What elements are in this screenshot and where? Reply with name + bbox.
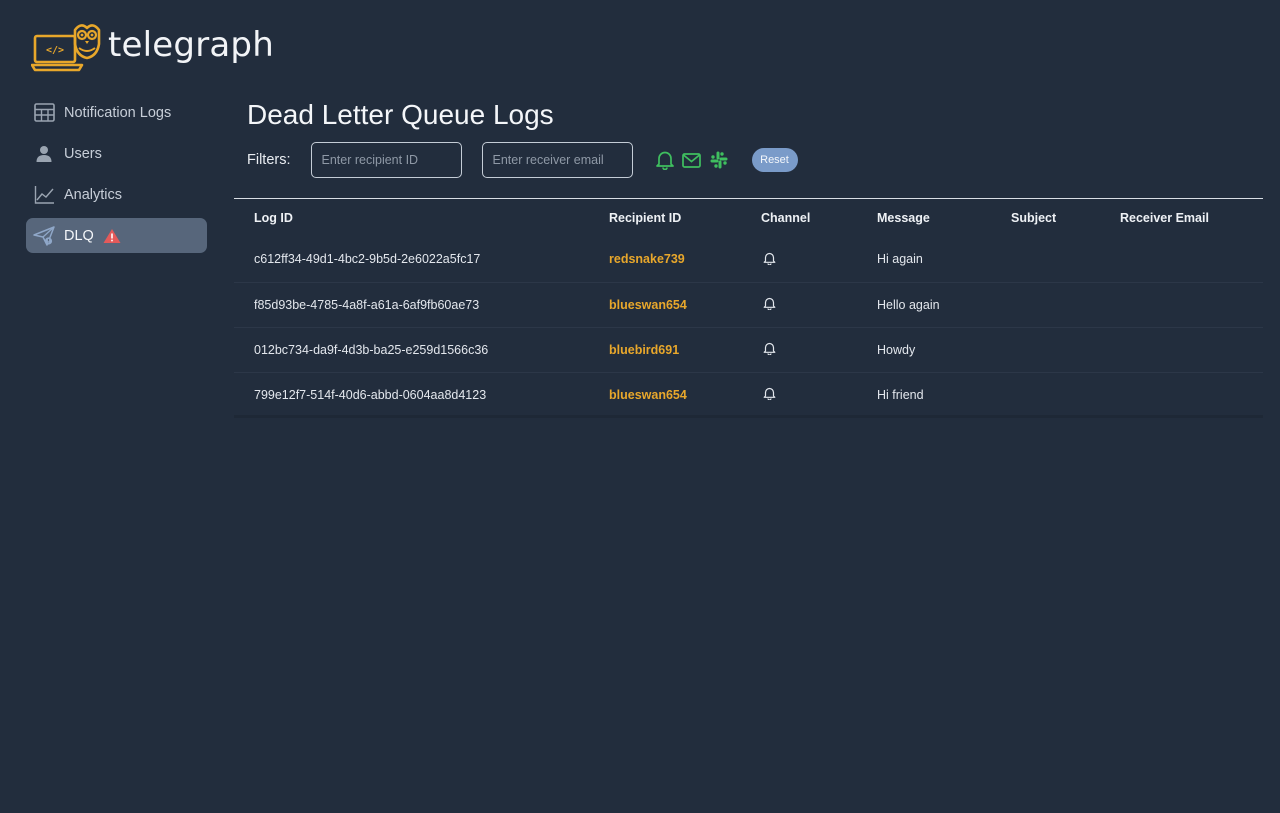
table-row: f85d93be-4785-4a8f-a61a-6af9fb60ae73 blu… — [234, 282, 1263, 328]
bell-icon — [763, 297, 776, 313]
table-icon — [33, 102, 55, 124]
page-title: Dead Letter Queue Logs — [247, 99, 554, 130]
receiver-email-input[interactable] — [481, 142, 633, 178]
table-bottom-edge — [234, 415, 1263, 418]
table-row: 799e12f7-514f-40d6-abbd-0604aa8d4123 blu… — [234, 372, 1263, 417]
header-message: Message — [877, 211, 930, 225]
sidebar-item-notification-logs[interactable]: Notification Logs — [26, 95, 207, 130]
recipient-link[interactable]: blueswan654 — [609, 298, 687, 312]
receiver-email-cell — [1120, 237, 1263, 283]
log-id-cell: f85d93be-4785-4a8f-a61a-6af9fb60ae73 — [234, 282, 609, 328]
subject-cell — [1011, 327, 1120, 373]
sidebar-item-users[interactable]: Users — [26, 136, 207, 171]
app-root: </> telegraph Notification Logs Users An… — [0, 0, 1280, 813]
brand[interactable]: </> telegraph — [31, 20, 274, 74]
telegraph-logo-icon: </> — [31, 24, 101, 72]
header-log-id: Log ID — [254, 211, 293, 225]
log-id-cell: 012bc734-da9f-4d3b-ba25-e259d1566c36 — [234, 327, 609, 373]
receiver-email-cell — [1120, 282, 1263, 328]
subject-cell — [1011, 372, 1120, 417]
recipient-link[interactable]: bluebird691 — [609, 343, 679, 357]
sidebar-item-label: DLQ — [64, 227, 94, 244]
receiver-email-cell — [1120, 327, 1263, 373]
user-icon — [33, 143, 55, 165]
header-channel: Channel — [761, 211, 811, 225]
header-recipient-id: Recipient ID — [609, 211, 682, 225]
table-header-row: Log ID Recipient ID Channel Message Subj… — [234, 199, 1263, 237]
recipient-link[interactable]: blueswan654 — [609, 388, 687, 402]
header-receiver-email: Receiver Email — [1120, 211, 1209, 225]
sidebar-item-dlq[interactable]: DLQ — [26, 218, 207, 253]
recipient-id-input[interactable] — [310, 142, 462, 178]
receiver-email-cell — [1120, 372, 1263, 417]
bell-icon — [763, 388, 776, 403]
table-row: c612ff34-49d1-4bc2-9b5d-2e6022a5fc17 red… — [234, 237, 1263, 283]
paper-plane-icon — [33, 225, 55, 247]
channel-filter-group — [654, 149, 735, 171]
message-cell: Howdy — [877, 327, 1011, 373]
filters-bar: Filters: Reset — [247, 142, 798, 178]
sidebar-item-analytics[interactable]: Analytics — [26, 177, 207, 212]
warning-icon — [103, 228, 121, 244]
table-row: 012bc734-da9f-4d3b-ba25-e259d1566c36 blu… — [234, 327, 1263, 373]
sidebar-item-label: Notification Logs — [64, 104, 172, 121]
recipient-link[interactable]: redsnake739 — [609, 252, 685, 266]
header-subject: Subject — [1011, 211, 1057, 225]
log-id-cell: c612ff34-49d1-4bc2-9b5d-2e6022a5fc17 — [234, 237, 609, 283]
bell-icon — [763, 252, 776, 268]
log-id-cell: 799e12f7-514f-40d6-abbd-0604aa8d4123 — [254, 387, 487, 402]
mail-icon[interactable] — [681, 149, 703, 171]
message-cell: Hi friend — [877, 387, 924, 402]
filters-label: Filters: — [247, 152, 291, 168]
subject-cell — [1011, 237, 1120, 283]
message-cell: Hello again — [877, 282, 1011, 328]
reset-button[interactable]: Reset — [751, 148, 798, 172]
message-cell: Hi again — [877, 237, 1011, 283]
bell-icon — [763, 342, 776, 358]
line-chart-icon — [33, 184, 55, 206]
slack-icon[interactable] — [708, 149, 730, 171]
sidebar-nav: Notification Logs Users Analytics DLQ — [26, 95, 207, 259]
dlq-table: Log ID Recipient ID Channel Message Subj… — [234, 198, 1263, 417]
sidebar-item-label: Users — [64, 145, 102, 162]
subject-cell — [1011, 282, 1120, 328]
sidebar-item-label: Analytics — [64, 186, 123, 203]
svg-text:</>: </> — [46, 45, 64, 56]
bell-icon[interactable] — [654, 149, 676, 171]
brand-name: telegraph — [108, 25, 274, 65]
